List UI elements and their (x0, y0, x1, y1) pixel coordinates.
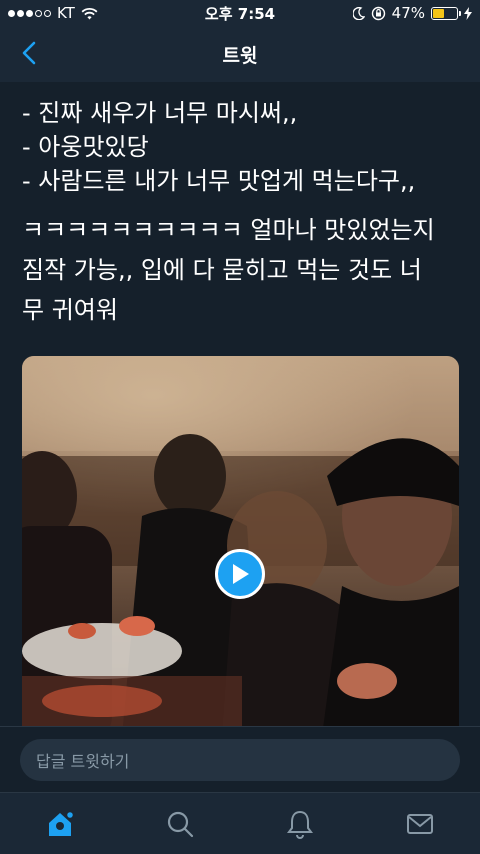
moon-icon (352, 6, 365, 20)
tab-bar (0, 792, 480, 854)
play-button[interactable] (215, 549, 265, 599)
rotation-lock-icon (371, 6, 385, 20)
reply-input[interactable]: 답글 트윗하기 (20, 739, 460, 781)
back-button[interactable] (14, 38, 44, 68)
wifi-icon (81, 7, 98, 19)
tweet-line: ㅋㅋㅋㅋㅋㅋㅋㅋㅋㅋ 얼마나 맛있었는지 (22, 216, 435, 244)
search-icon (167, 811, 194, 837)
status-time: 오후 7:54 (204, 4, 276, 23)
video-frame-image (22, 356, 459, 736)
carrier-label: KT (57, 4, 75, 22)
page-title: 트윗 (222, 44, 258, 67)
bell-icon (287, 810, 313, 839)
tweet-paragraph: ㅋㅋㅋㅋㅋㅋㅋㅋㅋㅋ 얼마나 맛있었는지 짐작 가능,, 입에 다 묻히고 먹는… (22, 210, 462, 330)
tab-search[interactable] (150, 799, 210, 849)
tweet-line: - 아웅맛있당 (22, 133, 149, 161)
home-icon (49, 810, 75, 836)
status-left: KT (8, 4, 98, 22)
tweet-line: - 사람드른 내가 너무 맛업게 먹는다구,, (22, 167, 416, 195)
tab-notifications[interactable] (270, 799, 330, 849)
signal-dots-icon (8, 9, 51, 17)
charging-icon (464, 6, 472, 20)
battery-icon (431, 6, 461, 20)
battery-level (433, 8, 444, 18)
reply-bar: 답글 트윗하기 (0, 726, 480, 792)
tweet-line: 무 귀여워 (22, 296, 118, 324)
tweet-text: - 진짜 새우가 너무 마시써,, - 아웅맛있당 - 사람드른 내가 너무 맛… (22, 96, 462, 330)
play-icon (233, 564, 249, 584)
nav-bar: 트윗 (0, 26, 480, 82)
chevron-left-icon (22, 41, 36, 65)
status-bar: KT 오후 7:54 47% (0, 0, 480, 26)
tweet-line: 짐작 가능,, 입에 다 묻히고 먹는 것도 너 (22, 256, 422, 284)
tweet-line: - 진짜 새우가 너무 마시써,, (22, 99, 298, 127)
battery-percent: 47% (391, 4, 425, 22)
status-right: 47% (352, 4, 472, 22)
video-thumbnail[interactable] (22, 356, 459, 736)
tab-messages[interactable] (390, 799, 450, 849)
mail-icon (407, 813, 433, 834)
reply-placeholder: 답글 트윗하기 (36, 752, 130, 771)
tab-home[interactable] (30, 799, 90, 849)
